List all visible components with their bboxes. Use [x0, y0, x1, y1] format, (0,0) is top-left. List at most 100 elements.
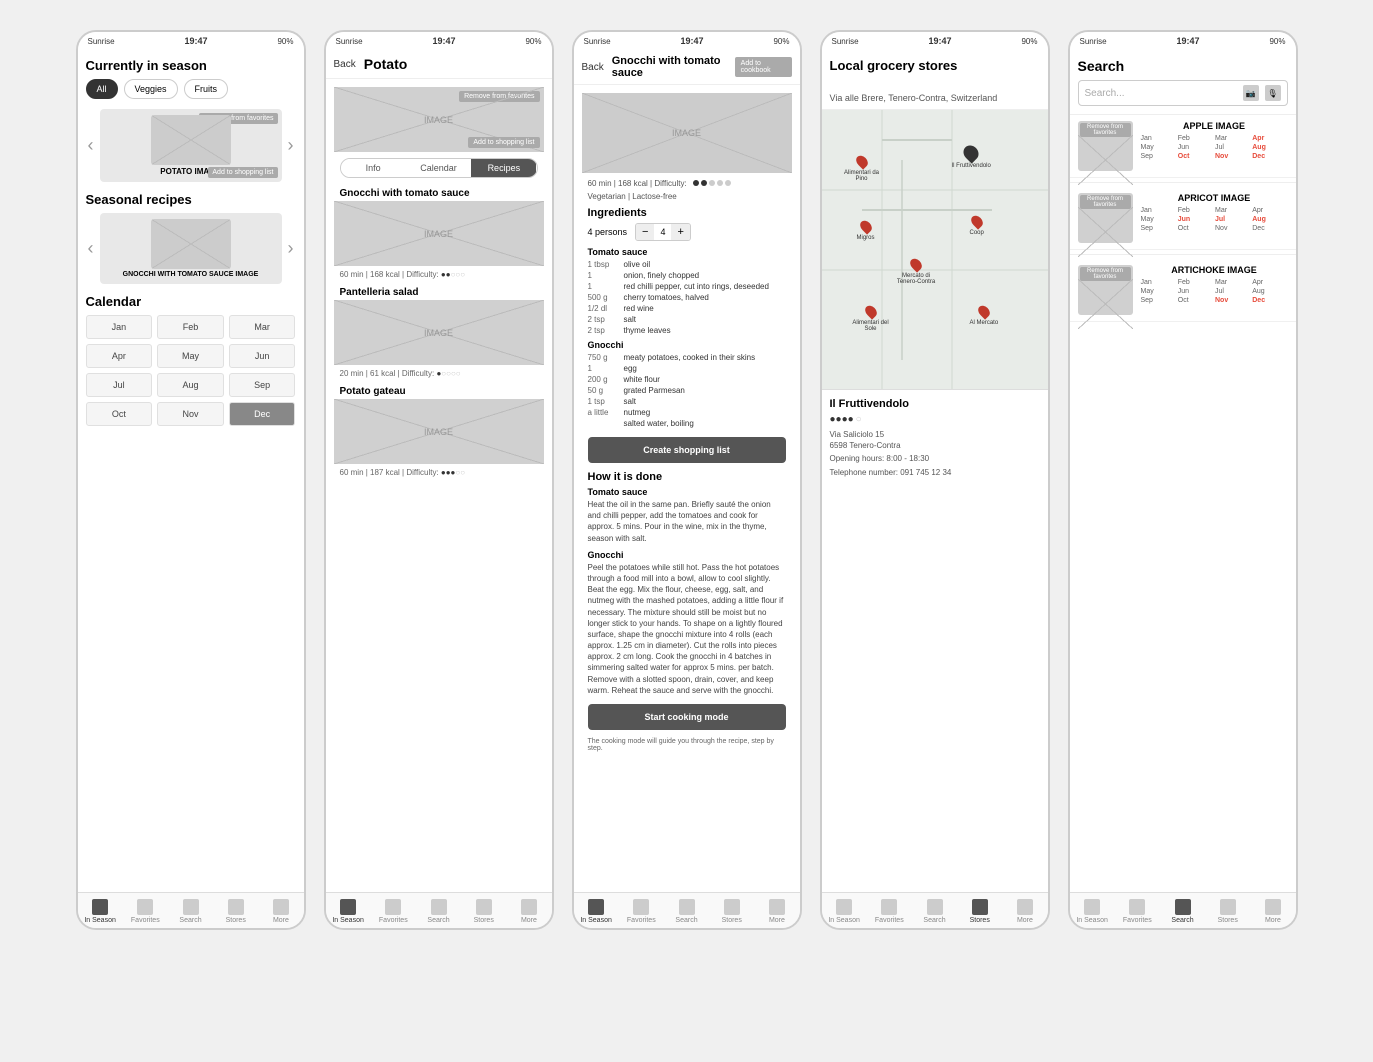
nav-search-label: Search: [179, 917, 201, 924]
add-shopping-list-btn[interactable]: Add to shopping list: [468, 137, 539, 148]
month-nov[interactable]: Nov: [157, 402, 224, 426]
r1-img-label: IMAGE: [424, 229, 453, 239]
s4-nav-in-season[interactable]: In Season: [822, 893, 867, 928]
s3-nav-in-season[interactable]: In Season: [574, 893, 619, 928]
pin-migros[interactable]: Migros: [857, 220, 875, 241]
mic-icon[interactable]: 🎙: [1265, 85, 1281, 101]
s4-nav-favorites[interactable]: Favorites: [867, 893, 912, 928]
nav-favorites[interactable]: Favorites: [123, 893, 168, 928]
ing-row: 50 ggrated Parmesan: [588, 385, 786, 396]
nav-stores[interactable]: Stores: [213, 893, 258, 928]
potato-main-image: Remove from favorites IMAGE Add to shopp…: [334, 87, 544, 152]
filter-fruits[interactable]: Fruits: [184, 79, 229, 99]
start-cooking-btn[interactable]: Start cooking mode: [588, 704, 786, 730]
s2-nav-in-season[interactable]: In Season: [326, 893, 371, 928]
month-jan[interactable]: Jan: [86, 315, 153, 339]
s5-nav-season-label: In Season: [1076, 917, 1108, 924]
recipe2-name: Pantelleria salad: [334, 283, 544, 300]
stepper-plus[interactable]: +: [671, 224, 689, 240]
carousel-next[interactable]: ›: [286, 135, 296, 156]
month-apr[interactable]: Apr: [86, 344, 153, 368]
recipes-prev[interactable]: ‹: [86, 238, 96, 259]
apricot-image: Remove from favorites: [1078, 193, 1133, 243]
ing-row: 1/2 dlred wine: [588, 303, 786, 314]
add-cookbook-btn[interactable]: Add to cookbook: [735, 57, 792, 77]
stepper-value: 4: [654, 225, 671, 239]
store-name: Il Fruttivendolo: [830, 398, 1040, 410]
month-sep[interactable]: Sep: [229, 373, 296, 397]
tab-calendar[interactable]: Calendar: [406, 159, 471, 177]
month-aug[interactable]: Aug: [157, 373, 224, 397]
back-button[interactable]: Back: [334, 59, 356, 70]
migros-label: Migros: [857, 235, 875, 241]
month-jul[interactable]: Jul: [86, 373, 153, 397]
s5-nav-more[interactable]: More: [1250, 893, 1295, 928]
store-address: Via Saliciolo 156598 Tenero-Contra: [830, 429, 1040, 451]
map-svg: [822, 110, 1048, 389]
recipe1-meta: 60 min | 168 kcal | Difficulty: ●●○○○: [334, 266, 544, 283]
month-jun[interactable]: Jun: [229, 344, 296, 368]
search-placeholder: Search...: [1085, 88, 1237, 99]
pin-al-mercato[interactable]: Al Mercato: [970, 305, 999, 326]
s5-nav-in-season[interactable]: In Season: [1070, 893, 1115, 928]
s5-nav-favorites[interactable]: Favorites: [1115, 893, 1160, 928]
filter-veggies[interactable]: Veggies: [124, 79, 178, 99]
apple-info: APPLE IMAGE Jan Feb Mar Apr May Jun Jul …: [1141, 121, 1288, 160]
season-carousel: ‹ Remove from favorites POTATO IMAGE Add…: [86, 109, 296, 182]
s3-nav-more[interactable]: More: [754, 893, 799, 928]
s3-nav-search[interactable]: Search: [664, 893, 709, 928]
tab-info[interactable]: Info: [341, 159, 406, 177]
month-oct[interactable]: Oct: [86, 402, 153, 426]
month-dec[interactable]: Dec: [229, 402, 296, 426]
create-shopping-btn[interactable]: Create shopping list: [588, 437, 786, 463]
stepper-minus[interactable]: −: [636, 224, 654, 240]
filter-all[interactable]: All: [86, 79, 118, 99]
s4-nav-search[interactable]: Search: [912, 893, 957, 928]
tab-recipes[interactable]: Recipes: [471, 159, 536, 177]
s4-nav-more[interactable]: More: [1002, 893, 1047, 928]
nav-more[interactable]: More: [258, 893, 303, 928]
recipes-next[interactable]: ›: [286, 238, 296, 259]
map-area[interactable]: Alimentari da Pino Il Fruttivendolo Migr…: [822, 110, 1048, 390]
screen1-bottom-nav: In Season Favorites Search Stores More: [78, 892, 304, 928]
s4-time: 19:47: [929, 36, 952, 46]
sole-pin-icon: [862, 303, 878, 319]
nav-in-season[interactable]: In Season: [78, 893, 123, 928]
s2-nav-favorites[interactable]: Favorites: [371, 893, 416, 928]
camera-icon[interactable]: 📷: [1243, 85, 1259, 101]
pin-alimentari-del-sole[interactable]: Alimentari del Sole: [850, 305, 892, 332]
pin-mercato[interactable]: Mercato di Tenero-Contra: [894, 258, 939, 285]
s2-nav-more[interactable]: More: [506, 893, 551, 928]
s2-nav-stores[interactable]: Stores: [461, 893, 506, 928]
step1-title: Tomato sauce: [588, 487, 786, 497]
add-shopping-btn[interactable]: Add to shopping list: [208, 167, 277, 178]
month-feb[interactable]: Feb: [157, 315, 224, 339]
month-mar[interactable]: Mar: [229, 315, 296, 339]
s3-back-button[interactable]: Back: [582, 62, 604, 73]
s5-nav-stores[interactable]: Stores: [1205, 893, 1250, 928]
s3-nav-favorites[interactable]: Favorites: [619, 893, 664, 928]
ing-row: 1 tbspolive oil: [588, 259, 786, 270]
in-season-icon: [92, 899, 108, 915]
s3-nav-stores[interactable]: Stores: [709, 893, 754, 928]
month-may[interactable]: May: [157, 344, 224, 368]
screen4-status-bar: Sunrise 19:47 90%: [822, 32, 1048, 50]
nav-search[interactable]: Search: [168, 893, 213, 928]
persons-label: 4 persons: [588, 227, 628, 237]
s4-nav-stores[interactable]: Stores: [957, 893, 1002, 928]
pin-alimentari-da-pino[interactable]: Alimentari da Pino: [842, 155, 882, 182]
carousel-prev[interactable]: ‹: [86, 135, 96, 156]
screen5-status-bar: Sunrise 19:47 90%: [1070, 32, 1296, 50]
screen3-content: IMAGE 60 min | 168 kcal | Difficulty: Ve…: [574, 85, 800, 892]
difficulty-dots: [693, 180, 731, 186]
m-apr: Apr: [1252, 135, 1287, 142]
signal-label: Sunrise: [88, 37, 115, 46]
s2-nav-search[interactable]: Search: [416, 893, 461, 928]
ingredients-title: Ingredients: [588, 207, 786, 219]
s5-nav-search[interactable]: Search: [1160, 893, 1205, 928]
screen2-status-bar: Sunrise 19:47 90%: [326, 32, 552, 50]
filter-row: All Veggies Fruits: [86, 79, 296, 99]
s2-nav-season-label: In Season: [332, 917, 364, 924]
pin-coop[interactable]: Coop: [970, 215, 984, 236]
pin-fruttivendolo[interactable]: Il Fruttivendolo: [952, 145, 991, 169]
